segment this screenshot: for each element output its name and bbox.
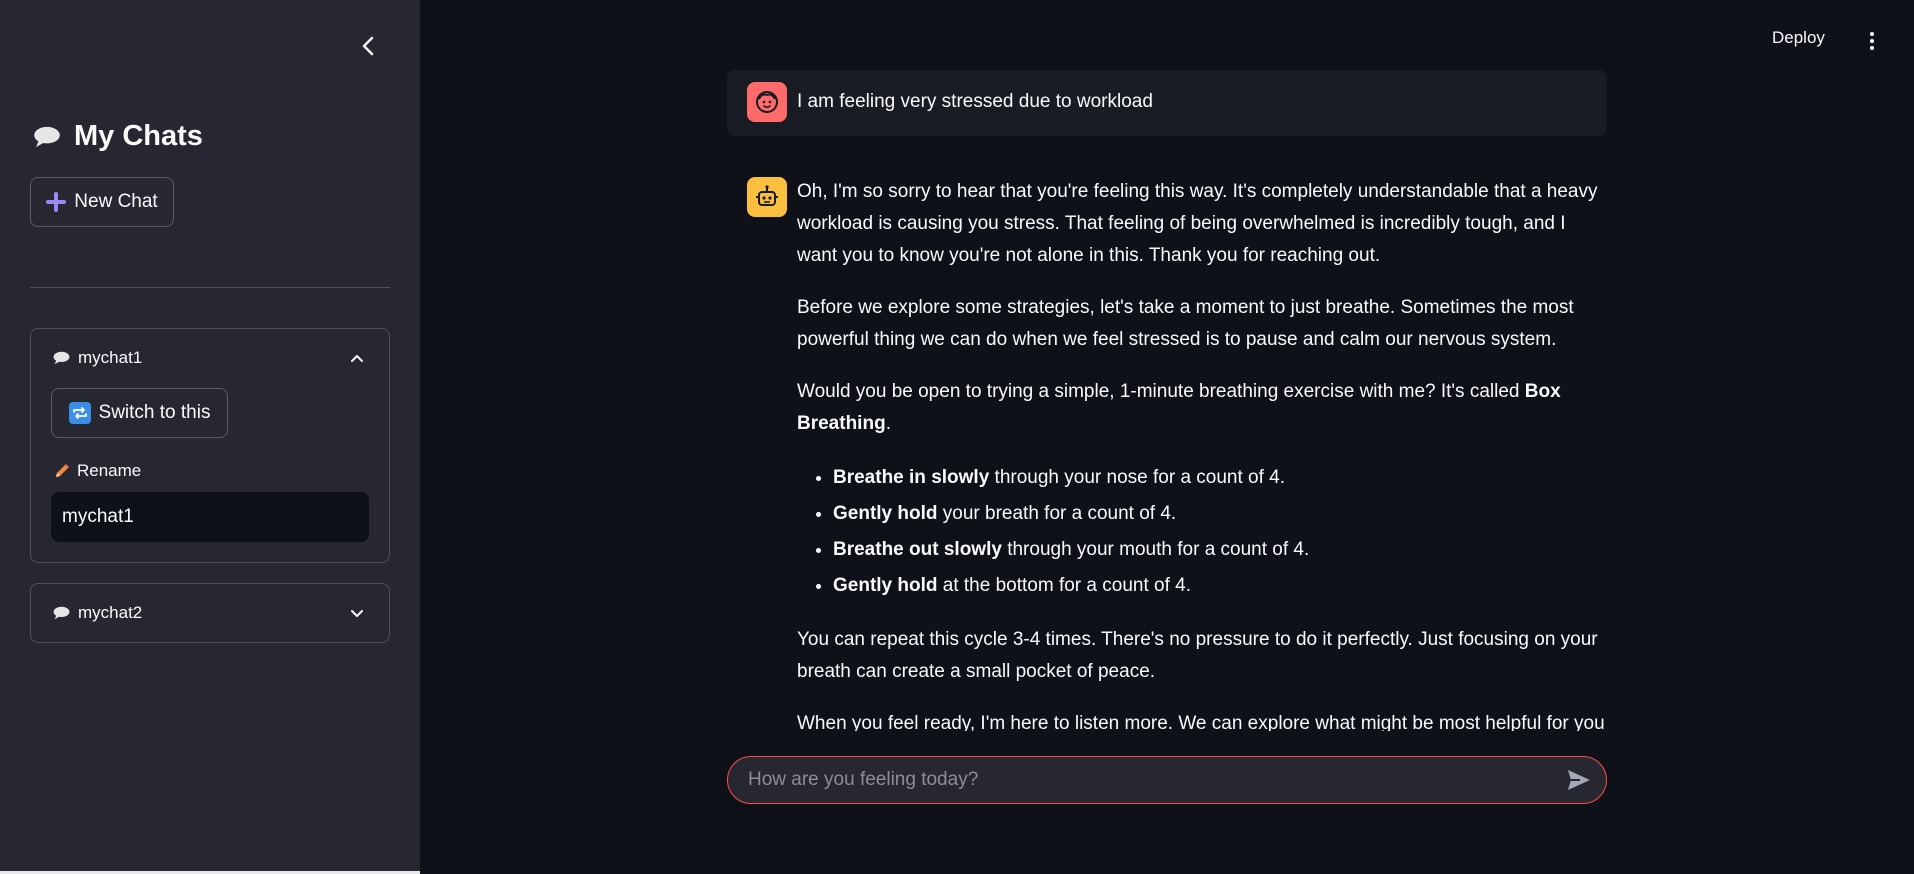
chevron-down-icon <box>347 603 367 623</box>
new-chat-label: New Chat <box>74 191 158 212</box>
sidebar: My Chats New Chat mychat1 Switch to this… <box>0 0 420 874</box>
chevron-left-icon <box>362 36 374 56</box>
chat-input[interactable] <box>746 757 1526 803</box>
switch-label: Switch to this <box>98 402 211 423</box>
deploy-button[interactable]: Deploy <box>1772 28 1825 48</box>
pencil-icon <box>56 464 69 477</box>
send-icon <box>1568 770 1590 790</box>
assistant-paragraph: Before we explore some strategies, let's… <box>797 297 1574 350</box>
chat-expander-mychat1: mychat1 Switch to this Rename <box>30 328 390 563</box>
assistant-paragraph: Oh, I'm so sorry to hear that you're fee… <box>797 181 1598 266</box>
sidebar-title-text: My Chats <box>74 120 203 152</box>
speech-balloon-icon <box>34 126 60 147</box>
sidebar-divider <box>30 287 390 288</box>
robot-icon <box>756 185 778 206</box>
user-face-icon <box>756 91 778 113</box>
user-avatar <box>747 82 787 122</box>
speech-balloon-icon <box>53 351 70 365</box>
speech-balloon-icon <box>53 606 70 620</box>
plus-icon <box>46 192 67 212</box>
list-item: Breathe in slowly through your nose for … <box>833 460 1607 496</box>
collapse-sidebar-button[interactable] <box>356 32 380 60</box>
chat-expander-mychat2: mychat2 <box>30 583 390 643</box>
rename-label: Rename <box>53 461 141 481</box>
expander-label: mychat1 <box>78 348 143 367</box>
repeat-icon <box>68 402 91 424</box>
list-item: Gently hold at the bottom for a count of… <box>833 568 1607 604</box>
assistant-paragraph: Would you be open to trying a simple, 1-… <box>797 381 1561 434</box>
expander-label: mychat2 <box>78 603 143 622</box>
send-button[interactable] <box>1566 768 1592 792</box>
new-chat-button[interactable]: New Chat <box>30 177 174 227</box>
list-item: Breathe out slowly through your mouth fo… <box>833 532 1607 568</box>
sidebar-title: My Chats <box>32 120 203 153</box>
chat-input-container <box>727 756 1607 804</box>
assistant-paragraph: When you feel ready, I'm here to listen … <box>797 713 1605 731</box>
expander-header-mychat2[interactable]: mychat2 <box>31 584 389 642</box>
rename-label-text: Rename <box>77 461 142 480</box>
main-menu-button[interactable] <box>1864 30 1880 52</box>
rename-input[interactable] <box>51 492 369 542</box>
more-vertical-icon <box>1870 32 1874 36</box>
switch-to-chat-button[interactable]: Switch to this <box>51 388 228 438</box>
user-message-text: I am feeling very stressed due to worklo… <box>797 91 1153 112</box>
assistant-paragraph: You can repeat this cycle 3-4 times. The… <box>797 629 1598 682</box>
user-message: I am feeling very stressed due to worklo… <box>727 70 1607 136</box>
assistant-avatar <box>747 177 787 217</box>
chevron-up-icon <box>347 348 367 368</box>
list-item: Gently hold your breath for a count of 4… <box>833 496 1607 532</box>
expander-header-mychat1[interactable]: mychat1 <box>31 329 389 387</box>
assistant-message: Oh, I'm so sorry to hear that you're fee… <box>797 176 1607 731</box>
breathing-steps-list: Breathe in slowly through your nose for … <box>797 460 1607 604</box>
